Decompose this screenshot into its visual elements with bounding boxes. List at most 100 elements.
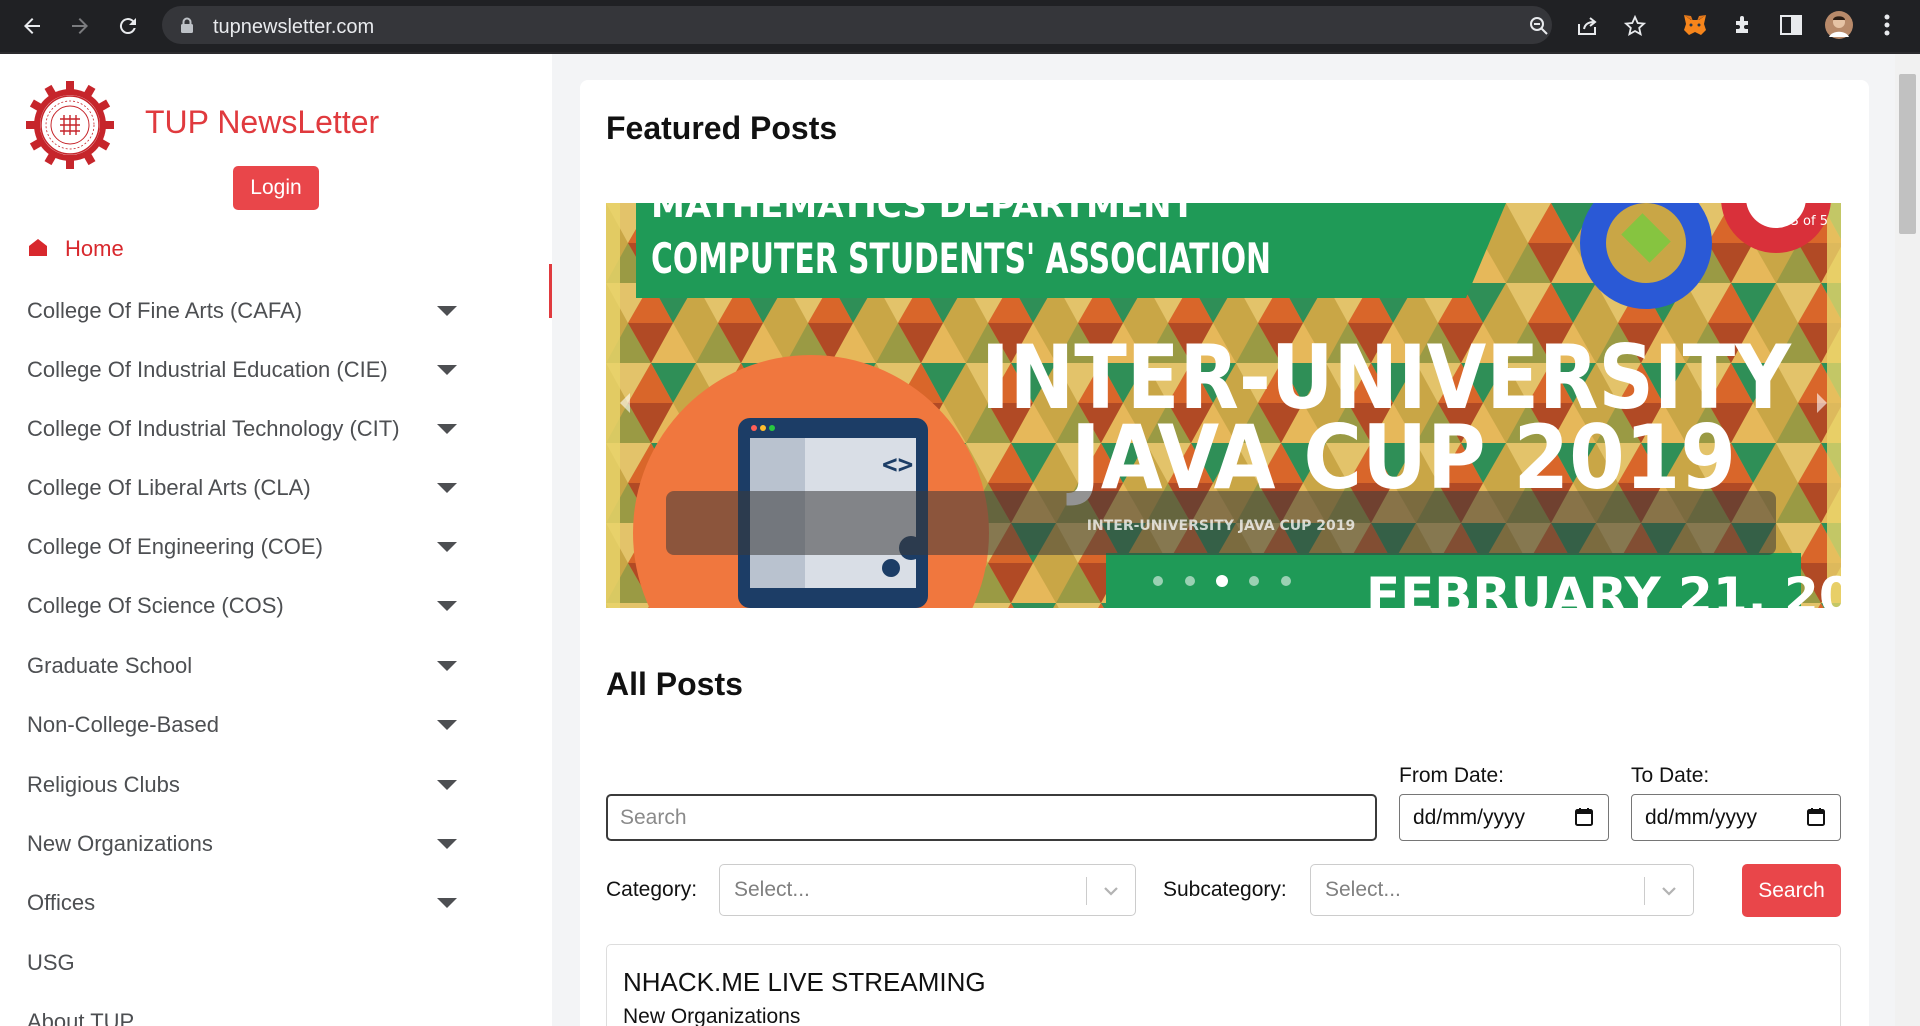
- sidebar-item-label: Offices: [27, 890, 96, 915]
- sidebar-item-label: About TUP: [27, 1009, 135, 1026]
- caret-down-icon[interactable]: [437, 780, 457, 790]
- sidebar-item-label: Home: [65, 236, 124, 261]
- banner-main-text: COMPUTER STUDENTS' ASSOCIATION: [651, 234, 1271, 283]
- category-label: Category:: [606, 878, 698, 901]
- from-date-value: dd/mm/yyyy: [1413, 806, 1526, 829]
- active-indicator: [549, 264, 552, 318]
- sidebar-item-label: Graduate School: [27, 653, 193, 678]
- code-symbol: <>: [882, 450, 913, 480]
- search-button[interactable]: Search: [1742, 864, 1841, 917]
- sidebar-item-cie[interactable]: College Of Industrial Education (CIE): [27, 349, 467, 389]
- profile-avatar[interactable]: [1824, 10, 1854, 40]
- address-bar[interactable]: tupnewsletter.com: [162, 6, 1646, 44]
- reload-icon[interactable]: [112, 10, 144, 42]
- sidebar-item-cla[interactable]: College Of Liberal Arts (CLA): [27, 467, 467, 507]
- browser-menu-icon[interactable]: [1872, 10, 1902, 40]
- search-field[interactable]: [606, 794, 1377, 841]
- side-panel-icon[interactable]: [1776, 10, 1806, 40]
- slide-counter: 3 of 5: [1791, 214, 1828, 229]
- sidebar-item-about-tup[interactable]: About TUP: [27, 1001, 467, 1026]
- featured-posts-heading: Featured Posts: [606, 110, 838, 146]
- caret-down-icon[interactable]: [437, 306, 457, 316]
- caret-down-icon[interactable]: [437, 839, 457, 849]
- sidebar-item-label: New Organizations: [27, 831, 213, 856]
- sidebar-item-non-college-based[interactable]: Non-College-Based: [27, 704, 467, 744]
- sidebar-item-new-organizations[interactable]: New Organizations: [27, 823, 467, 863]
- chevron-down-icon[interactable]: [1101, 881, 1121, 906]
- forward-icon[interactable]: [64, 10, 96, 42]
- sidebar-item-religious-clubs[interactable]: Religious Clubs: [27, 764, 467, 804]
- search-input[interactable]: [608, 796, 1375, 839]
- slide-caption: INTER-UNIVERSITY JAVA CUP 2019: [1087, 518, 1355, 534]
- from-date-label: From Date:: [1399, 764, 1505, 787]
- caret-down-icon[interactable]: [437, 720, 457, 730]
- lock-icon: [180, 17, 194, 38]
- sidebar-item-label: Non-College-Based: [27, 712, 219, 737]
- post-title[interactable]: NHACK.ME LIVE STREAMING: [623, 967, 986, 998]
- featured-carousel[interactable]: MATHEMATICS DEPARTMENT COMPUTER STUDENTS…: [606, 203, 1841, 608]
- chevron-down-icon[interactable]: [1659, 881, 1679, 906]
- caret-down-icon[interactable]: [437, 365, 457, 375]
- sidebar-item-graduate-school[interactable]: Graduate School: [27, 645, 467, 685]
- from-date-input[interactable]: dd/mm/yyyy: [1399, 794, 1609, 841]
- tup-logo: [26, 81, 114, 169]
- subcategory-label: Subcategory:: [1163, 878, 1287, 901]
- scrollbar-thumb[interactable]: [1899, 74, 1916, 234]
- sidebar-item-coe[interactable]: College Of Engineering (COE): [27, 526, 467, 566]
- caret-down-icon[interactable]: [437, 898, 457, 908]
- caret-down-icon[interactable]: [437, 661, 457, 671]
- caret-down-icon[interactable]: [437, 424, 457, 434]
- back-icon[interactable]: [16, 10, 48, 42]
- calendar-icon[interactable]: [1574, 807, 1594, 832]
- sidebar-item-label: USG: [27, 950, 75, 975]
- post-category: New Organizations: [623, 1005, 801, 1026]
- to-date-value: dd/mm/yyyy: [1645, 806, 1758, 829]
- url-text: tupnewsletter.com: [213, 16, 375, 38]
- zoom-icon[interactable]: [1528, 15, 1550, 37]
- to-date-label: To Date:: [1631, 764, 1710, 787]
- carousel-dot[interactable]: [1281, 576, 1291, 586]
- post-card[interactable]: NHACK.ME LIVE STREAMING New Organization…: [606, 944, 1841, 1026]
- carousel-dot[interactable]: [1153, 576, 1163, 586]
- sidebar-item-label: College Of Liberal Arts (CLA): [27, 475, 311, 500]
- extensions-puzzle-icon[interactable]: [1728, 10, 1758, 40]
- bookmark-star-icon[interactable]: [1624, 15, 1646, 37]
- carousel-dot[interactable]: [1249, 576, 1259, 586]
- site-brand[interactable]: TUP NewsLetter: [145, 104, 379, 141]
- home-icon: [28, 238, 48, 261]
- carousel-dot-active[interactable]: [1216, 575, 1228, 587]
- caret-down-icon[interactable]: [437, 483, 457, 493]
- sidebar-item-label: College Of Industrial Technology (CIT): [27, 416, 400, 441]
- sidebar-item-label: College Of Industrial Education (CIE): [27, 357, 388, 382]
- select-separator: [1086, 877, 1087, 905]
- sidebar-item-home[interactable]: Home: [28, 222, 552, 278]
- subcategory-placeholder: Select...: [1325, 878, 1401, 901]
- subcategory-select[interactable]: Select...: [1310, 864, 1694, 916]
- caret-down-icon[interactable]: [437, 542, 457, 552]
- page-scrollbar[interactable]: [1895, 54, 1920, 1026]
- sidebar-item-label: College Of Science (COS): [27, 593, 284, 618]
- sidebar-item-cos[interactable]: College Of Science (COS): [27, 585, 467, 625]
- sidebar: TUP NewsLetter Login Home College Of Fin…: [0, 54, 552, 1026]
- sidebar-item-label: College Of Engineering (COE): [27, 534, 323, 559]
- carousel-slide-image: MATHEMATICS DEPARTMENT COMPUTER STUDENTS…: [606, 203, 1841, 608]
- sidebar-item-label: College Of Fine Arts (CAFA): [27, 298, 303, 323]
- category-placeholder: Select...: [734, 878, 810, 901]
- metamask-icon[interactable]: [1680, 10, 1710, 40]
- carousel-dot[interactable]: [1185, 576, 1195, 586]
- slide-date-text: FEBRUARY 21, 2019: [1366, 567, 1841, 608]
- caret-down-icon[interactable]: [437, 601, 457, 611]
- sidebar-item-offices[interactable]: Offices: [27, 882, 467, 922]
- select-separator: [1644, 877, 1645, 905]
- sidebar-item-label: Religious Clubs: [27, 772, 180, 797]
- sidebar-item-cafa[interactable]: College Of Fine Arts (CAFA): [27, 290, 467, 330]
- banner-top-text: MATHEMATICS DEPARTMENT: [651, 203, 1196, 226]
- category-select[interactable]: Select...: [719, 864, 1136, 916]
- login-button[interactable]: Login: [233, 166, 319, 210]
- sidebar-item-usg[interactable]: USG: [27, 942, 467, 982]
- share-icon[interactable]: [1576, 15, 1598, 37]
- to-date-input[interactable]: dd/mm/yyyy: [1631, 794, 1841, 841]
- calendar-icon[interactable]: [1806, 807, 1826, 832]
- browser-toolbar: tupnewsletter.com: [0, 0, 1920, 52]
- sidebar-item-cit[interactable]: College Of Industrial Technology (CIT): [27, 408, 467, 448]
